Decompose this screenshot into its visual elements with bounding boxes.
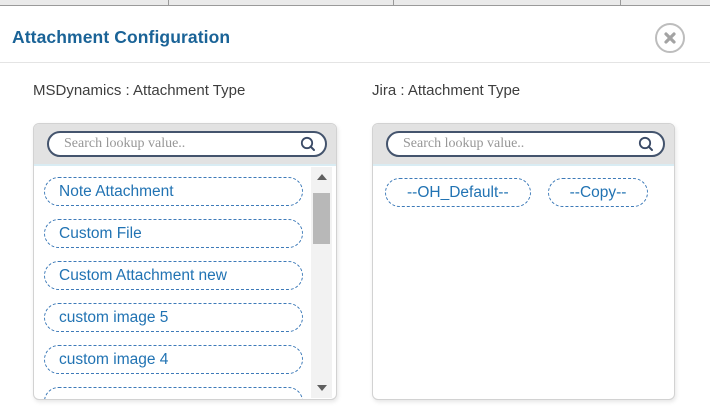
attachment-type-chip[interactable]: custom image 5 [44, 303, 303, 332]
jira-attachment-list-area: --OH_Default-- --Copy-- [373, 166, 674, 400]
arrow-up-icon [317, 174, 327, 180]
msdynamics-search-bar [34, 124, 336, 166]
list-scrollbar[interactable] [311, 167, 332, 398]
arrow-down-icon [317, 385, 327, 391]
close-button[interactable] [655, 23, 685, 53]
dialog-title: Attachment Configuration [12, 27, 230, 48]
search-input[interactable] [401, 135, 631, 153]
attachment-type-chip[interactable]: --OH_Default-- [385, 178, 531, 207]
msdynamics-panel-label: MSDynamics : Attachment Type [33, 82, 245, 99]
background-table-top-edge [0, 0, 710, 6]
table-column-divider [168, 0, 169, 5]
attachment-type-chip[interactable]: Note Attachment [44, 177, 303, 206]
msdynamics-attachment-list: Note Attachment Custom File Custom Attachm… [34, 166, 336, 374]
close-icon [663, 31, 677, 45]
jira-attachment-list: --OH_Default-- --Copy-- [373, 166, 674, 207]
attachment-type-chip[interactable]: Custom File [44, 219, 303, 248]
scroll-up-button[interactable] [311, 169, 332, 185]
attachment-type-chip-clipped[interactable] [44, 387, 303, 400]
attachment-type-chip[interactable]: --Copy-- [548, 178, 649, 207]
search-field[interactable] [47, 131, 327, 157]
attachment-type-chip[interactable]: custom image 4 [44, 345, 303, 374]
jira-search-bar [373, 124, 674, 166]
attachment-type-chip[interactable]: Custom Attachment new [44, 261, 303, 290]
search-icon[interactable] [299, 135, 317, 153]
table-column-divider [620, 0, 621, 5]
jira-panel-label: Jira : Attachment Type [372, 82, 520, 99]
scroll-down-button[interactable] [311, 380, 332, 396]
jira-attachment-panel: --OH_Default-- --Copy-- [372, 123, 675, 400]
msdynamics-attachment-list-area: Note Attachment Custom File Custom Attachm… [34, 166, 336, 400]
msdynamics-attachment-panel: Note Attachment Custom File Custom Attachm… [33, 123, 337, 400]
table-column-divider [393, 0, 394, 5]
header-divider [0, 62, 710, 63]
search-icon[interactable] [637, 135, 655, 153]
search-field[interactable] [386, 131, 665, 157]
search-input[interactable] [62, 135, 293, 153]
scrollbar-thumb[interactable] [313, 193, 330, 244]
